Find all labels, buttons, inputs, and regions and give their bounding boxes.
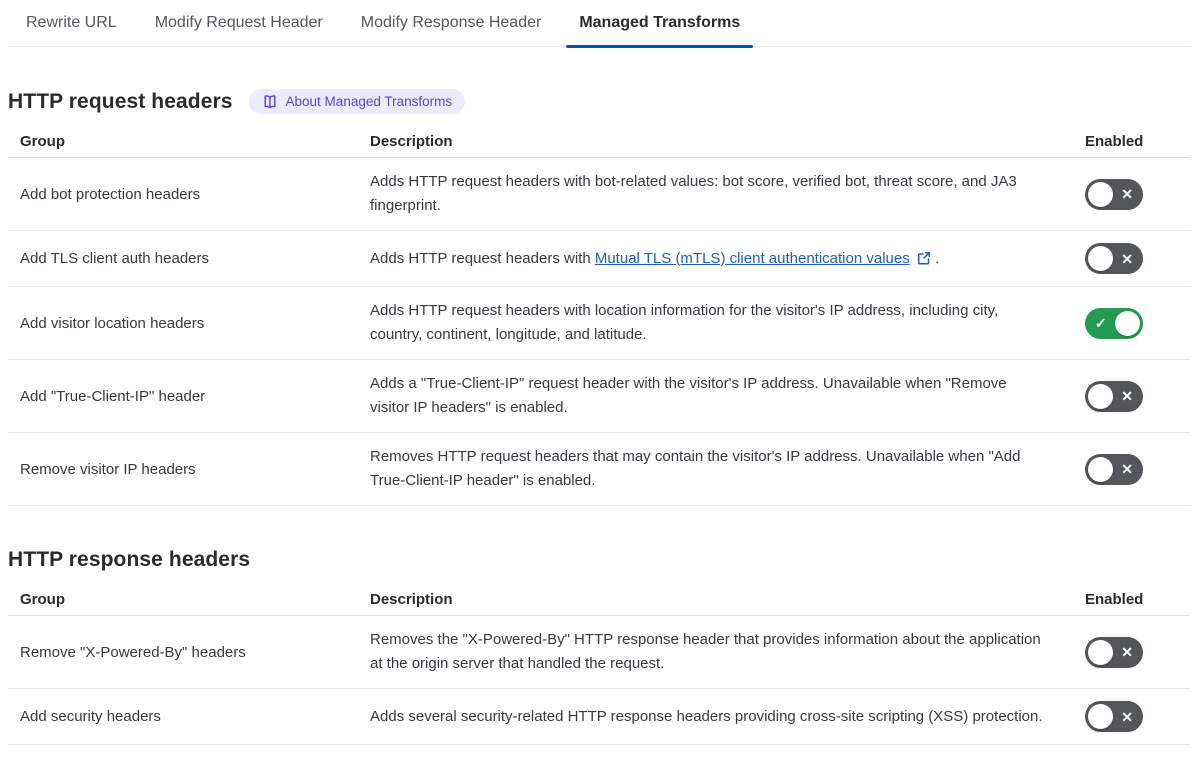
enabled-toggle[interactable]: ✕ — [1085, 636, 1143, 668]
section-header: HTTP response headers — [8, 548, 1190, 572]
description-cell: Adds a "True-Client-IP" request header w… — [358, 359, 1073, 433]
description-cell: Adds several security-related HTTP respo… — [358, 688, 1073, 745]
toggle-state-icon: ✕ — [1121, 250, 1133, 267]
column-header-enabled: Enabled — [1073, 584, 1190, 616]
toggle-knob — [1115, 310, 1140, 336]
section-title: HTTP request headers — [8, 89, 233, 113]
transforms-table: Group Description Enabled Remove "X-Powe… — [8, 584, 1190, 745]
transforms-table: Group Description Enabled Add bot protec… — [8, 126, 1190, 506]
tab-label: Managed Transforms — [579, 14, 741, 31]
group-cell: Remove "X-Powered-By" headers — [8, 615, 358, 689]
enabled-cell: ✓ — [1073, 286, 1190, 360]
toggle-knob — [1088, 704, 1113, 729]
table-row: Remove visitor IP headers Removes HTTP r… — [8, 432, 1190, 506]
enabled-cell: ✕ — [1073, 359, 1190, 433]
enabled-toggle[interactable]: ✕ — [1085, 701, 1143, 732]
enabled-toggle[interactable]: ✕ — [1085, 243, 1143, 274]
section-header: HTTP request headers About Managed Trans… — [8, 89, 1190, 114]
content-area: HTTP request headers About Managed Trans… — [8, 89, 1190, 745]
tab-label: Rewrite URL — [26, 14, 117, 31]
tab-modify-response-header[interactable]: Modify Response Header — [348, 0, 555, 46]
about-managed-transforms-badge[interactable]: About Managed Transforms — [248, 89, 466, 114]
tab-label: Modify Response Header — [360, 14, 542, 31]
toggle-state-icon: ✓ — [1095, 315, 1107, 331]
enabled-cell: ✕ — [1073, 432, 1190, 506]
column-header-description: Description — [358, 126, 1073, 158]
table-row: Add visitor location headers Adds HTTP r… — [8, 286, 1190, 360]
enabled-cell: ✕ — [1073, 230, 1190, 287]
table-row: Remove "X-Powered-By" headers Removes th… — [8, 615, 1190, 689]
enabled-toggle[interactable]: ✓ — [1085, 307, 1143, 339]
enabled-toggle[interactable]: ✕ — [1085, 178, 1143, 210]
column-header-enabled: Enabled — [1073, 126, 1190, 158]
badge-label: About Managed Transforms — [285, 94, 453, 109]
managed-transforms-page: Rewrite URL Modify Request Header Modify… — [0, 0, 1200, 765]
toggle-knob — [1088, 181, 1113, 207]
enabled-toggle[interactable]: ✕ — [1085, 380, 1143, 412]
group-cell: Add "True-Client-IP" header — [8, 359, 358, 433]
group-cell: Add visitor location headers — [8, 286, 358, 360]
description-cell: Adds HTTP request headers with location … — [358, 286, 1073, 360]
toggle-knob — [1088, 246, 1113, 271]
table-row: Add TLS client auth headers Adds HTTP re… — [8, 230, 1190, 287]
section-title: HTTP response headers — [8, 548, 251, 571]
toggle-knob — [1088, 456, 1113, 482]
tab-rewrite-url[interactable]: Rewrite URL — [13, 0, 130, 46]
description-text: . — [935, 249, 940, 267]
toggle-knob — [1088, 639, 1113, 665]
enabled-cell: ✕ — [1073, 688, 1190, 745]
description-text: Adds HTTP request headers with — [370, 249, 595, 267]
table-row: Add security headers Adds several securi… — [8, 688, 1190, 745]
description-cell: Adds HTTP request headers with bot-relat… — [358, 157, 1073, 231]
enabled-cell: ✕ — [1073, 615, 1190, 689]
toggle-state-icon: ✕ — [1121, 708, 1133, 725]
table-row: Add "True-Client-IP" header Adds a "True… — [8, 359, 1190, 433]
tab-label: Modify Request Header — [154, 14, 323, 31]
group-cell: Add bot protection headers — [8, 157, 358, 231]
description-cell: Adds HTTP request headers with Mutual TL… — [358, 230, 1073, 287]
tab-modify-request-header[interactable]: Modify Request Header — [142, 0, 336, 46]
tab-bar: Rewrite URL Modify Request Header Modify… — [8, 0, 1190, 48]
book-icon — [264, 94, 276, 108]
group-cell: Add security headers — [8, 688, 358, 745]
table-header-row: Group Description Enabled — [8, 126, 1190, 158]
column-header-group: Group — [8, 584, 358, 616]
group-cell: Add TLS client auth headers — [8, 230, 358, 287]
enabled-cell: ✕ — [1073, 157, 1190, 231]
section: HTTP request headers About Managed Trans… — [8, 89, 1190, 506]
mtls-authentication-link[interactable]: Mutual TLS (mTLS) client authentication … — [595, 250, 910, 267]
tab-managed-transforms[interactable]: Managed Transforms — [566, 0, 754, 48]
table-header-row: Group Description Enabled — [8, 584, 1190, 616]
column-header-group: Group — [8, 126, 358, 158]
toggle-state-icon: ✕ — [1121, 644, 1133, 660]
enabled-toggle[interactable]: ✕ — [1085, 453, 1143, 485]
table-row: Add bot protection headers Adds HTTP req… — [8, 157, 1190, 231]
column-header-description: Description — [358, 584, 1073, 616]
toggle-knob — [1088, 383, 1113, 409]
external-link-icon — [917, 251, 930, 265]
description-cell: Removes the "X-Powered-By" HTTP response… — [358, 615, 1073, 689]
group-cell: Remove visitor IP headers — [8, 432, 358, 506]
toggle-state-icon: ✕ — [1121, 388, 1133, 404]
description-cell: Removes HTTP request headers that may co… — [358, 432, 1073, 506]
section: HTTP response headers Group Description … — [8, 548, 1190, 745]
toggle-state-icon: ✕ — [1121, 461, 1133, 477]
toggle-state-icon: ✕ — [1121, 186, 1133, 202]
